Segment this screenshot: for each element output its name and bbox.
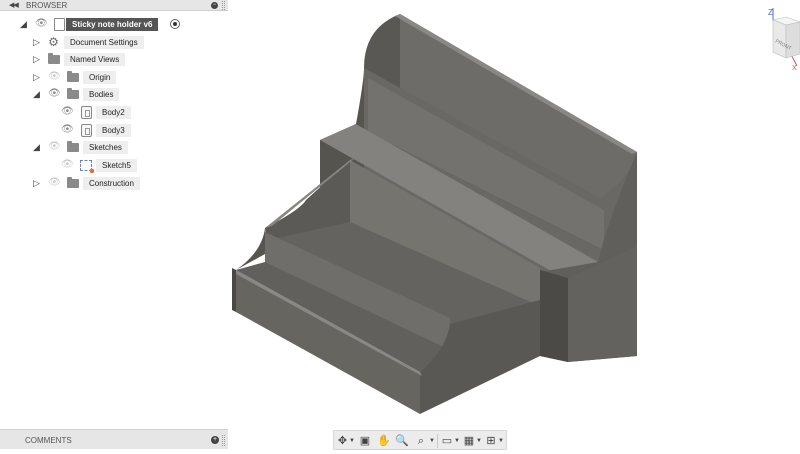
tree-item-sketch5[interactable]: 👁 Sketch5 — [0, 157, 228, 173]
visibility-eye-icon[interactable]: 👁 — [35, 19, 48, 29]
visibility-eye-icon[interactable]: 👁 — [61, 125, 74, 135]
tree-item-label[interactable]: Origin — [83, 71, 117, 84]
fit-icon[interactable]: ⌕ — [414, 434, 428, 448]
collapse-panel-icon[interactable]: ◀◀ — [9, 1, 19, 9]
tree-item-body2[interactable]: 👁 Body2 — [0, 104, 228, 120]
front-tray-outer-left — [232, 268, 236, 312]
viewcube-right-face — [785, 21, 800, 59]
right-block-left-face — [540, 270, 568, 362]
folder-icon — [67, 141, 79, 152]
visibility-eye-icon[interactable]: 👁 — [48, 89, 61, 99]
look-at-icon[interactable]: ▣ — [358, 434, 372, 448]
toolbar-separator — [437, 434, 438, 448]
tree-item-label[interactable]: Body3 — [96, 124, 131, 137]
tree-item-construction[interactable]: ▷ 👁 Construction — [0, 175, 228, 191]
comments-title: COMMENTS — [25, 436, 72, 445]
tree-item-named-views[interactable]: ▷ Named Views — [0, 51, 228, 67]
gear-icon: ⚙ — [48, 35, 59, 49]
zoom-icon[interactable]: 🔍 — [395, 434, 409, 448]
expand-arrow-icon[interactable]: ▷ — [33, 37, 42, 47]
component-icon — [54, 18, 65, 31]
chevron-down-icon[interactable]: ▼ — [454, 434, 460, 448]
folder-icon — [67, 177, 79, 188]
tree-item-label[interactable]: Named Views — [64, 53, 126, 66]
tree-item-body3[interactable]: 👁 Body3 — [0, 122, 228, 138]
expand-arrow-icon[interactable]: ◢ — [20, 19, 29, 29]
pan-icon[interactable]: ✋ — [377, 434, 391, 448]
tree-item-label[interactable]: Construction — [83, 177, 140, 190]
panel-grip-icon[interactable] — [222, 435, 225, 446]
chevron-down-icon[interactable]: ▼ — [476, 434, 482, 448]
close-icon[interactable]: − — [211, 2, 218, 9]
folder-icon — [48, 53, 60, 64]
panel-grip-icon[interactable] — [222, 1, 225, 10]
model-viewport[interactable] — [229, 11, 800, 429]
body-icon — [81, 106, 92, 119]
display-settings-icon[interactable]: ▭ — [440, 434, 454, 448]
tree-item-origin[interactable]: ▷ 👁 Origin — [0, 69, 228, 85]
grid-icon[interactable]: ▦ — [462, 434, 476, 448]
visibility-eye-icon[interactable]: 👁 — [48, 72, 61, 82]
body-icon — [81, 124, 92, 137]
tree-item-label[interactable]: Sticky note holder v6 — [66, 18, 159, 31]
expand-arrow-icon[interactable]: ◢ — [33, 89, 42, 99]
folder-icon — [67, 88, 79, 99]
visibility-eye-icon[interactable]: 👁 — [61, 160, 74, 170]
tree-item-label[interactable]: Bodies — [83, 88, 120, 101]
viewports-icon[interactable]: ⊞ — [484, 434, 498, 448]
tree-item-document-settings[interactable]: ▷ ⚙ Document Settings — [0, 34, 228, 50]
tree-item-label[interactable]: Body2 — [96, 106, 131, 119]
chevron-down-icon[interactable]: ▼ — [498, 434, 504, 448]
tree-item-label[interactable]: Sketches — [83, 141, 128, 154]
viewcube[interactable]: Z X FRONT — [762, 4, 800, 70]
browser-title: BROWSER — [26, 1, 68, 10]
sketch-icon — [80, 160, 94, 173]
chevron-down-icon[interactable]: ▼ — [349, 434, 355, 448]
comments-bar[interactable]: COMMENTS + — [0, 429, 228, 449]
folder-icon — [67, 71, 79, 82]
expand-arrow-icon[interactable]: ▷ — [33, 72, 42, 82]
visibility-eye-icon[interactable]: 👁 — [48, 142, 61, 152]
orbit-icon[interactable]: ✥ — [336, 434, 349, 448]
tree-item-label[interactable]: Document Settings — [64, 36, 144, 49]
tree-item-bodies[interactable]: ◢ 👁 Bodies — [0, 86, 228, 102]
expand-arrow-icon[interactable]: ◢ — [33, 142, 42, 152]
expand-arrow-icon[interactable]: ▷ — [33, 54, 42, 64]
chevron-down-icon[interactable]: ▼ — [429, 434, 435, 448]
tree-item-label[interactable]: Sketch5 — [96, 159, 137, 172]
activate-radio-icon[interactable] — [170, 19, 180, 29]
navigation-toolbar: ✥ ▼ ▣ ✋ 🔍 ⌕ ▼ ▭ ▼ ▦ ▼ ⊞ ▼ — [333, 430, 507, 450]
visibility-eye-icon[interactable]: 👁 — [61, 107, 74, 117]
browser-header: ◀◀ BROWSER − — [0, 0, 228, 11]
add-comment-icon[interactable]: + — [211, 436, 219, 444]
browser-panel: ◀◀ BROWSER − ◢ 👁 Sticky note holder v6 ▷… — [0, 0, 228, 454]
expand-arrow-icon[interactable]: ▷ — [33, 178, 42, 188]
visibility-eye-icon[interactable]: 👁 — [48, 178, 61, 188]
tree-root[interactable]: ◢ 👁 Sticky note holder v6 — [0, 16, 228, 32]
viewcube-z-label: Z — [768, 8, 773, 17]
tree-item-sketches[interactable]: ◢ 👁 Sketches — [0, 139, 228, 155]
viewcube-x-label: X — [792, 65, 797, 70]
